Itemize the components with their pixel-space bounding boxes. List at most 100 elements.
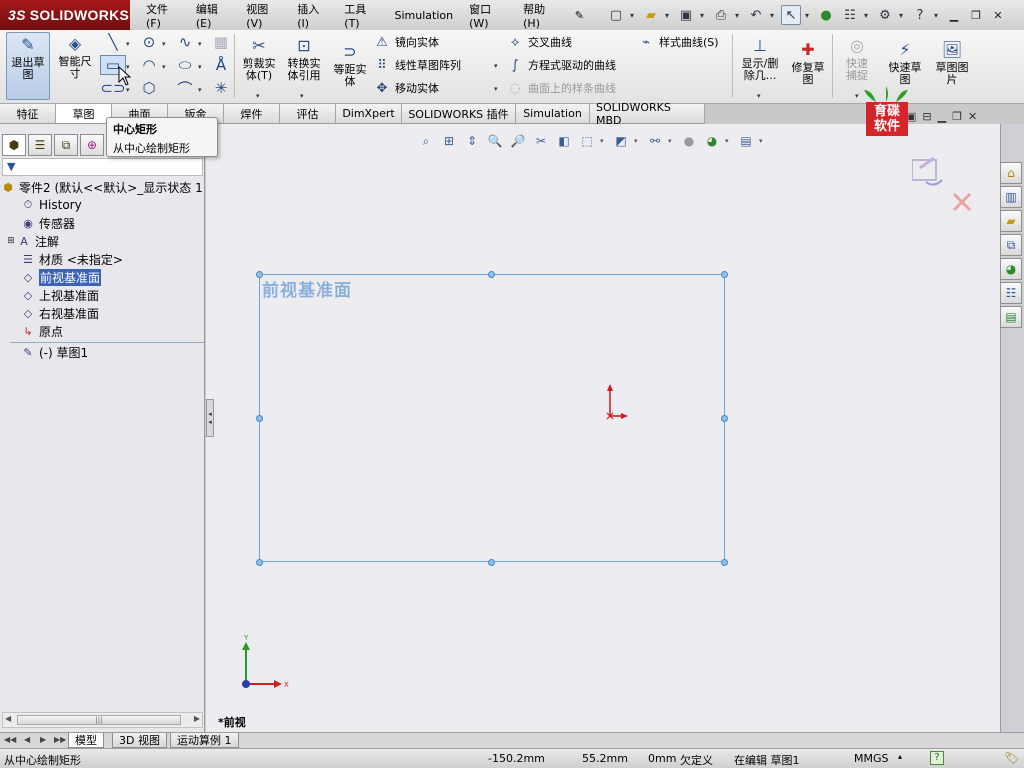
plane-handle[interactable] [256, 559, 263, 566]
doc-restore-icon[interactable]: ❐ [952, 110, 962, 123]
circle-tool[interactable]: ⊙ [136, 32, 162, 52]
pattern-dropdown[interactable]: ▾ [494, 62, 498, 70]
spline-dropdown[interactable]: ▾ [198, 40, 202, 48]
display-style-icon[interactable]: ◩ [611, 132, 631, 150]
sketch-picture-button[interactable]: 🖼 草图图片 [930, 40, 974, 86]
menu-help[interactable]: 帮助(H) [523, 1, 559, 30]
tab-evaluate[interactable]: 评估 [280, 104, 336, 123]
tree-root-part[interactable]: ⬢ 零件2 (默认<<默认>_显示状态 1 [0, 178, 205, 196]
unit-system[interactable]: MMGS [854, 752, 889, 765]
tab-dimxpert[interactable]: DimXpert [336, 104, 402, 123]
text-tool[interactable]: Å [208, 55, 234, 75]
grid-tool[interactable]: ▦ [208, 32, 234, 52]
polygon-tool[interactable]: ⬡ [136, 78, 162, 98]
doc-split-icon[interactable]: ⊟ [922, 110, 931, 123]
tree-item-front-plane[interactable]: ◇ 前视基准面 [0, 268, 205, 286]
zoom-to-fit-icon[interactable]: ⌕ [416, 132, 436, 150]
help-icon[interactable]: ? [910, 5, 930, 25]
solidworks-logo[interactable]: 3S SOLIDWORKS [0, 0, 130, 30]
tab-first-icon[interactable]: ◀◀ [4, 735, 16, 744]
dimxpert-manager-tab-icon[interactable]: ⊕ [80, 134, 104, 156]
dynamic-annotation-icon[interactable]: ◧ [554, 132, 574, 150]
tab-3d-views[interactable]: 3D 视图 [112, 733, 167, 748]
fillet-tool[interactable]: ⌒ [172, 78, 198, 98]
previous-view-icon[interactable]: ⇕ [462, 132, 482, 150]
convert-entities-button[interactable]: ⊡ 转换实体引用 [283, 36, 325, 82]
cancel-sketch-corner-icon[interactable] [952, 192, 972, 212]
feature-tree-filter[interactable]: ▼ [2, 158, 203, 176]
tab-addins[interactable]: SOLIDWORKS 插件 [402, 104, 516, 123]
zoom-to-area-icon[interactable]: ⊞ [439, 132, 459, 150]
plane-handle[interactable] [721, 559, 728, 566]
front-plane-outline[interactable] [259, 274, 725, 562]
tab-features[interactable]: 特征 [0, 104, 56, 123]
scene-icon[interactable]: ◕ [702, 132, 722, 150]
tab-motion-study-1[interactable]: 运动算例 1 [170, 733, 239, 748]
custom-properties-icon[interactable]: ☷ [1000, 282, 1022, 304]
new-icon[interactable]: ▢ [606, 5, 626, 25]
new-dropdown[interactable]: ▾ [630, 11, 637, 20]
display-delete-relations-button[interactable]: ⊥ 显示/删除几... [736, 36, 784, 82]
tab-last-icon[interactable]: ▶▶ [54, 735, 66, 744]
ellipse-tool[interactable]: ⬭ [172, 55, 198, 75]
menu-insert[interactable]: 插入(I) [297, 1, 328, 30]
arc-dropdown[interactable]: ▾ [162, 63, 166, 71]
open-icon[interactable]: ▰ [641, 5, 661, 25]
save-icon[interactable]: ▣ [676, 5, 696, 25]
tree-horizontal-scrollbar[interactable]: ◀ ||| ▶ [2, 712, 203, 728]
plane-handle[interactable] [488, 271, 495, 278]
doc-minimize-icon[interactable]: ▁ [938, 110, 946, 123]
smart-dimension-button[interactable]: ◈ 智能尺寸 [54, 34, 96, 80]
select-dropdown[interactable]: ▾ [805, 11, 812, 20]
tab-simulation[interactable]: Simulation [516, 104, 590, 123]
pane-collapse-handle[interactable]: ◂ ◂ [206, 399, 214, 437]
fillet-dropdown[interactable]: ▾ [198, 86, 202, 94]
mirror-entities[interactable]: ⚠ 镜向实体 [372, 33, 439, 51]
trim-dropdown[interactable]: ▾ [256, 92, 260, 100]
arc-tool[interactable]: ◠ [136, 55, 162, 75]
plane-handle[interactable] [721, 415, 728, 422]
help-dropdown[interactable]: ▾ [934, 11, 941, 20]
tab-prev-icon[interactable]: ◀ [24, 735, 30, 744]
graphics-area[interactable]: ▣ ⊟ ▁ ❐ ✕ ⌕ ⊞ ⇕ 🔍 🔎 ✂ ◧ ⬚ ▾ ◩ ▾ ⚯ ▾ ● ◕ ▾ ▤ ▾… [206, 110, 1000, 732]
menu-window[interactable]: 窗口(W) [469, 1, 507, 30]
tree-item-right-plane[interactable]: ◇ 右视基准面 [0, 304, 205, 322]
menu-view[interactable]: 视图(V) [246, 1, 281, 30]
move-entities[interactable]: ✥ 移动实体 [372, 79, 439, 97]
style-spline[interactable]: ⌁ 样式曲线(S) [636, 33, 719, 51]
open-dropdown[interactable]: ▾ [665, 11, 672, 20]
relations-dropdown[interactable]: ▾ [757, 92, 761, 100]
tab-model[interactable]: 模型 [68, 733, 104, 748]
spline-on-surface[interactable]: ◌ 曲面上的样条曲线 [505, 79, 616, 97]
repair-sketch-button[interactable]: ✚ 修复草图 [787, 40, 829, 86]
menu-file[interactable]: 文件(F) [146, 1, 180, 30]
tab-weldments[interactable]: 焊件 [224, 104, 280, 123]
tree-item-sensors[interactable]: ◉ 传感器 [0, 214, 205, 232]
quick-snaps-button[interactable]: ◎ 快速捕捉 [836, 36, 878, 82]
doc-close-icon[interactable]: ✕ [968, 110, 977, 123]
tab-sketch[interactable]: 草图 [56, 104, 112, 123]
tab-next-icon[interactable]: ▶ [40, 735, 46, 744]
print-dropdown[interactable]: ▾ [735, 11, 742, 20]
pin-icon[interactable]: ✎ [575, 9, 584, 22]
equation-driven-curve[interactable]: ∫ 方程式驱动的曲线 [505, 56, 616, 74]
quick-snap-dropdown[interactable]: ▾ [855, 92, 859, 100]
plane-handle[interactable] [256, 415, 263, 422]
options-icon[interactable]: ⚙ [875, 5, 895, 25]
hide-show-dropdown[interactable]: ▾ [668, 137, 676, 145]
scroll-thumb[interactable]: ||| [17, 715, 181, 725]
property-manager-tab-icon[interactable]: ☰ [28, 134, 52, 156]
scroll-right-icon[interactable]: ▶ [194, 714, 200, 723]
menu-tools[interactable]: 工具(T) [344, 1, 378, 30]
tree-item-material[interactable]: ☰ 材质 <未指定> [0, 250, 205, 268]
display-style-dropdown[interactable]: ▾ [634, 137, 642, 145]
ellipse-dropdown[interactable]: ▾ [198, 63, 202, 71]
exit-sketch-button[interactable]: ✎ 退出草图 [6, 32, 50, 100]
slot-dropdown[interactable]: ▾ [126, 86, 130, 94]
minimize-icon[interactable]: ▁ [945, 6, 963, 24]
plane-handle[interactable] [721, 271, 728, 278]
plane-handle[interactable] [488, 559, 495, 566]
view-settings-dropdown[interactable]: ▾ [759, 137, 767, 145]
exit-sketch-corner-icon[interactable] [912, 156, 943, 186]
undo-dropdown[interactable]: ▾ [770, 11, 777, 20]
